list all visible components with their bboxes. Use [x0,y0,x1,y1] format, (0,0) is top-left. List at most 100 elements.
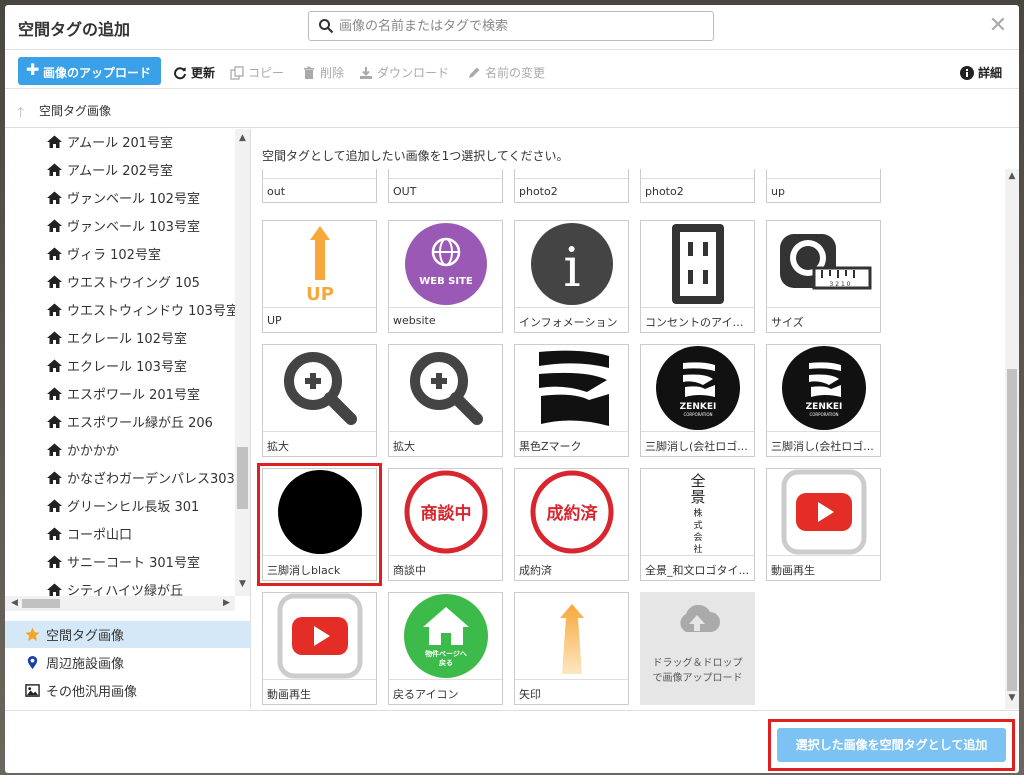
negotiating-stamp-thumbnail: 商談中 [389,469,502,555]
folder-tree-item[interactable]: エスポワール 201号室 [47,383,200,403]
folder-tree-item-label: グリーンヒル長坂 301 [67,499,200,515]
image-thumbnail [515,169,628,178]
content-scroll-thumb[interactable] [1007,369,1017,691]
close-icon[interactable]: ✕ [988,15,1008,37]
download-button[interactable]: ダウンロード [359,64,449,81]
up-arrow-thumbnail: UP [263,221,376,307]
image-card-information[interactable]: i インフォメーション [514,220,629,333]
image-card-back-icon[interactable]: 物件ページへ 戻る 戻るアイコン [388,592,503,705]
content-vertical-scrollbar[interactable]: ▲ ▼ [1005,169,1019,709]
star-icon [25,627,40,642]
image-card-photo2-b[interactable]: photo2 [640,169,755,203]
image-card-tripod-remove-black[interactable]: 三脚消しblack [257,463,382,586]
image-card-negotiating[interactable]: 商談中 商談中 [388,468,503,581]
copy-label: コピー [248,66,285,80]
details-label: 詳細 [978,66,1003,80]
folder-tree-item[interactable]: エクレール 103号室 [47,355,187,375]
home-icon [47,163,62,176]
image-card-tripod-remove-logo-2[interactable]: ZENKEI CORPORATION 三脚消し(会社ロゴ... [766,344,881,457]
scroll-up-arrow-icon[interactable]: ▲ [1005,171,1019,181]
details-button[interactable]: 詳細 [960,64,1002,81]
image-label: 三脚消しblack [263,555,376,580]
scroll-left-arrow-icon[interactable]: ◀ [7,598,22,608]
folder-tree-item[interactable]: コーポ山口 [47,523,132,543]
category-nearby-facility-images[interactable]: 周辺施設画像 [5,649,251,676]
image-card-black-z-mark[interactable]: 黒色Zマーク [514,344,629,457]
home-icon [47,275,62,288]
image-card-up-arrow[interactable]: UP UP [262,220,377,333]
contracted-stamp-text: 成約済 [546,503,598,524]
drag-drop-upload-zone[interactable]: ドラッグ＆ドロップ で画像アップロード [640,592,755,705]
image-card-contracted[interactable]: 成約済 成約済 [514,468,629,581]
refresh-button[interactable]: 更新 [173,64,215,81]
up-arrow-icon[interactable]: 🡑 [17,102,24,126]
image-card-zoom-2[interactable]: 拡大 [388,344,503,457]
rename-label: 名前の変更 [485,66,546,80]
image-card-video-play-1[interactable]: 動画再生 [766,468,881,581]
image-card-video-play-2[interactable]: 動画再生 [262,592,377,705]
search-box[interactable] [308,11,714,41]
folder-tree-item-label: エクレール 102号室 [67,331,187,347]
info-thumb-text: i [563,236,580,299]
image-grid: out OUT photo2 photo2 up UP UP WEB SITE … [252,169,1003,709]
back-icon-text: 物件ページへ [425,649,467,658]
image-card-up[interactable]: up [766,169,881,203]
drop-zone-line: ドラッグ＆ドロップ [652,658,743,669]
copy-button[interactable]: コピー [230,64,284,81]
image-card-out-upper[interactable]: OUT [388,169,503,203]
home-icon [47,247,62,260]
dialog-title: 空間タグの追加 [18,20,131,39]
back-icon-thumbnail: 物件ページへ 戻る [389,593,502,679]
folder-tree-item[interactable]: シティハイツ緑が丘 [47,579,183,596]
sidebar-scroll-thumb[interactable] [237,447,248,509]
folder-tree-item[interactable]: ヴィラ 102号室 [47,243,161,263]
image-card-out[interactable]: out [262,169,377,203]
zenkei-jp-char: 景 [690,488,705,506]
image-label: 三脚消し(会社ロゴ... [641,431,754,456]
scroll-up-arrow-icon[interactable]: ▲ [235,133,250,143]
image-card-arrow[interactable]: 矢印 [514,592,629,705]
image-card-zoom-1[interactable]: 拡大 [262,344,377,457]
search-input[interactable] [339,16,699,36]
image-card-photo2[interactable]: photo2 [514,169,629,203]
zenkei-logo-thumbnail: ZENKEI CORPORATION [767,345,880,431]
upload-image-button[interactable]: ✚ 画像のアップロード [18,57,161,85]
image-card-size[interactable]: 3 2 1 0 サイズ [766,220,881,333]
folder-tree-item[interactable]: アムール 202号室 [47,159,173,179]
scroll-down-arrow-icon[interactable]: ▼ [235,579,250,589]
folder-tree-item[interactable]: かなざわガーデンパレス303号 [47,467,235,487]
scroll-right-arrow-icon[interactable]: ▶ [219,598,234,608]
folder-tree-item[interactable]: ヴァンベール 103号室 [47,215,200,235]
folder-tree-item[interactable]: アムール 201号室 [47,131,173,151]
image-card-website[interactable]: WEB SITE website [388,220,503,333]
folder-tree-item[interactable]: ウエストウィンドウ 103号室 [47,299,235,319]
image-card-outlet-icon[interactable]: コンセントのアイコ... [640,220,755,333]
rename-button[interactable]: 名前の変更 [467,64,545,81]
folder-tree-item[interactable]: ヴァンベール 102号室 [47,187,200,207]
zenkei-jp-char: 株 [693,507,702,519]
add-as-space-tag-button[interactable]: 選択した画像を空間タグとして追加 [777,728,1006,762]
folder-tree-item[interactable]: エクレール 102号室 [47,327,187,347]
zoom-thumbnail [263,345,376,431]
image-label: コンセントのアイコ... [641,307,754,332]
scroll-down-arrow-icon[interactable]: ▼ [1005,693,1019,703]
sidebar-vertical-scrollbar[interactable]: ▲ ▼ [235,129,250,596]
sidebar-hscroll-thumb[interactable] [22,599,60,608]
image-card-zenkei-jp-logo[interactable]: 全景株式会社 全景_和文ロゴタイ... [640,468,755,581]
delete-button[interactable]: 削除 [302,64,344,81]
plus-icon: ✚ [26,60,40,79]
folder-tree-item-label: ウエストウイング 105 [67,275,200,291]
image-card-tripod-remove-logo-1[interactable]: ZENKEI CORPORATION 三脚消し(会社ロゴ... [640,344,755,457]
category-space-tag-images[interactable]: 空間タグ画像 [5,621,251,648]
category-other-general-images[interactable]: その他汎用画像 [5,677,251,704]
folder-tree-item[interactable]: かかかか [47,439,119,459]
sidebar-horizontal-scrollbar[interactable]: ◀ ▶ [5,596,235,611]
folder-tree-item[interactable]: グリーンヒル長坂 301 [47,495,199,515]
folder-tree-item[interactable]: エスポワール緑が丘 206 [47,411,213,431]
image-label: 商談中 [389,555,502,580]
image-label: up [767,178,880,203]
folder-tree-item[interactable]: ウエストウイング 105 [47,271,200,291]
folder-tree-item[interactable]: サニーコート 301号室 [47,551,200,571]
image-label: website [389,307,502,332]
folder-tree[interactable]: アムール 201号室 アムール 202号室ヴァンベール 102号室 ヴァンベール 1… [5,129,235,596]
